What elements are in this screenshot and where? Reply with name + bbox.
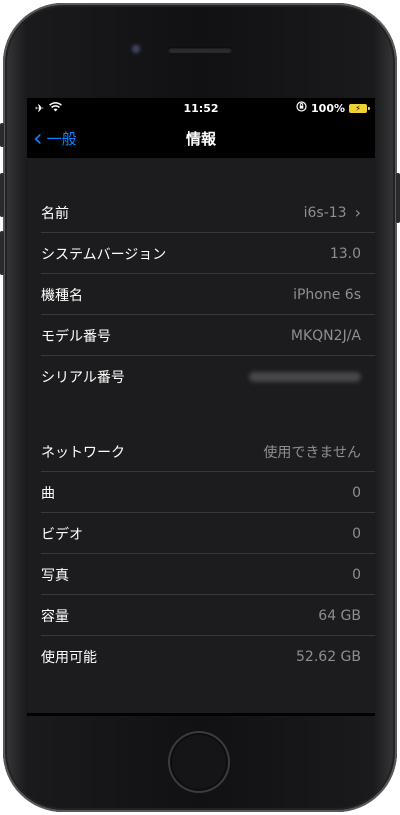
row-value: i6s-13 › — [304, 203, 361, 222]
airplane-icon: ✈ — [35, 101, 45, 115]
wifi-icon — [49, 101, 63, 115]
power-button — [396, 173, 400, 223]
row-label: 写真 — [41, 567, 69, 584]
row-value: iPhone 6s — [293, 286, 361, 303]
row-system-version: システムバージョン 13.0 — [27, 233, 375, 274]
row-value: 64 GB — [318, 607, 361, 624]
back-button-label: 一般 — [46, 129, 77, 148]
battery-percent: 100% — [311, 101, 345, 115]
front-camera — [129, 42, 143, 56]
row-value: 52.62 GB — [296, 648, 361, 665]
page-title: 情報 — [185, 129, 216, 148]
row-label: 使用可能 — [41, 649, 97, 666]
screen: ✈ 11:52 100% ⚡ ‹ 一般 情報 名前 i6s-13 › システムバ… — [27, 98, 375, 716]
section-spacer — [27, 397, 375, 431]
row-label: ネットワーク — [41, 444, 125, 461]
row-label: ビデオ — [41, 526, 83, 543]
row-label: システムバージョン — [41, 246, 167, 263]
mute-switch — [0, 123, 4, 147]
section-spacer — [27, 158, 375, 192]
status-bar: ✈ 11:52 100% ⚡ — [27, 98, 375, 118]
device-name-value: i6s-13 — [303, 204, 347, 221]
usage-info-group: ネットワーク 使用できません 曲 0 ビデオ 0 写真 0 容量 64 GB 使… — [27, 431, 375, 677]
section-spacer — [27, 677, 375, 713]
home-button[interactable] — [168, 731, 230, 793]
row-available: 使用可能 52.62 GB — [27, 636, 375, 677]
row-network: ネットワーク 使用できません — [27, 431, 375, 472]
volume-up-button — [0, 173, 4, 217]
volume-down-button — [0, 231, 4, 275]
row-photos: 写真 0 — [27, 554, 375, 595]
row-model-name: 機種名 iPhone 6s — [27, 274, 375, 315]
row-name[interactable]: 名前 i6s-13 › — [27, 192, 375, 233]
serial-number-redacted — [249, 371, 361, 382]
row-model-number: モデル番号 MKQN2J/A — [27, 315, 375, 356]
battery-charging-icon: ⚡ — [349, 103, 370, 113]
chevron-right-icon: › — [354, 203, 361, 222]
chevron-left-icon: ‹ — [33, 124, 43, 152]
row-value: 0 — [352, 484, 361, 501]
row-value: 0 — [352, 566, 361, 583]
row-songs: 曲 0 — [27, 472, 375, 513]
row-label: シリアル番号 — [41, 369, 125, 386]
navigation-bar: ‹ 一般 情報 — [27, 118, 375, 158]
row-label: モデル番号 — [41, 328, 111, 345]
row-value: 使用できません — [263, 444, 361, 461]
row-serial-number: シリアル番号 — [27, 356, 375, 397]
row-value: 0 — [352, 525, 361, 542]
back-button[interactable]: ‹ 一般 — [33, 118, 77, 158]
row-videos: ビデオ 0 — [27, 513, 375, 554]
row-label: 曲 — [41, 485, 55, 502]
row-value — [249, 371, 361, 382]
row-label: 機種名 — [41, 287, 83, 304]
orientation-lock-icon — [296, 101, 307, 115]
earpiece-speaker — [168, 47, 232, 53]
row-label: 容量 — [41, 608, 69, 625]
status-time: 11:52 — [183, 101, 219, 115]
row-value: MKQN2J/A — [290, 327, 361, 344]
row-value: 13.0 — [329, 245, 361, 262]
row-capacity: 容量 64 GB — [27, 595, 375, 636]
device-info-group: 名前 i6s-13 › システムバージョン 13.0 機種名 iPhone 6s… — [27, 192, 375, 397]
row-label: 名前 — [41, 205, 69, 222]
